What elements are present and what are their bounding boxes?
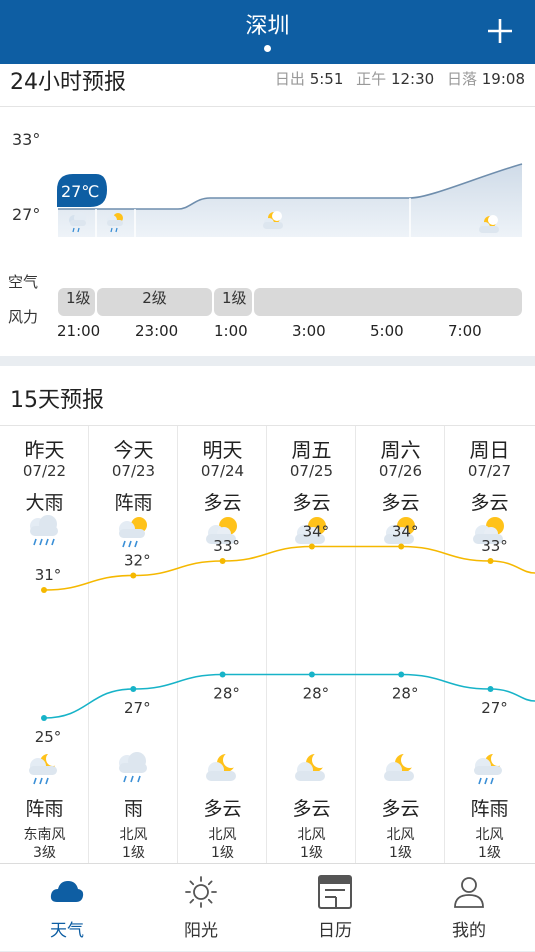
wind-segment-empty <box>254 288 522 316</box>
air-label: 空气 <box>8 273 39 291</box>
high-temp-label: 31° <box>35 566 62 584</box>
high-temp-point <box>41 587 47 593</box>
current-temp-label: 27℃ <box>61 182 100 201</box>
app-header: 深圳 <box>0 0 535 64</box>
low-temp-line <box>43 673 535 719</box>
hour-label: 5:00 <box>370 322 404 340</box>
add-city-button[interactable] <box>485 16 515 46</box>
low-temp-label: 27° <box>481 699 508 717</box>
high-temp-label: 33° <box>481 537 508 555</box>
daily-temp-chart: 31° 25° 32° 27° 33° 28° 34° 28° 34° 28° 33° 27° <box>35 523 535 746</box>
wind-segment: 1级 <box>214 288 252 316</box>
nav-calendar[interactable]: 日历 <box>268 864 402 952</box>
daily-forecast-card: 15天预报 昨天 07/22 大雨 阵雨 东南风 3级 今天 07/23 阵雨雨北风 1级 明天 07… <box>0 366 535 863</box>
low-temp-point <box>308 671 315 678</box>
hour-label: 3:00 <box>292 322 326 340</box>
cloud-icon <box>50 881 84 902</box>
wind-segment: 1级 <box>58 288 95 316</box>
hour-label: 23:00 <box>135 322 179 340</box>
hour-label: 7:00 <box>448 322 482 340</box>
nav-weather-label: 天气 <box>50 921 84 941</box>
nav-mine-label: 我的 <box>452 921 486 941</box>
nav-calendar-label: 日历 <box>318 921 352 941</box>
wind-segment: 2级 <box>97 288 212 316</box>
high-temp-label: 34° <box>392 523 419 541</box>
high-temp-point <box>398 543 405 550</box>
nav-sunshine[interactable]: 阳光 <box>134 864 268 952</box>
calendar-icon <box>318 875 352 909</box>
low-temp-label: 28° <box>303 685 330 703</box>
high-temp-point <box>130 572 137 579</box>
high-temp-point <box>308 543 315 550</box>
wind-label: 风力 <box>8 308 39 326</box>
high-temp-label: 33° <box>213 537 240 555</box>
low-temp-label: 25° <box>35 728 62 746</box>
low-temp-point <box>219 671 226 678</box>
nav-sunshine-label: 阳光 <box>184 921 218 941</box>
low-temp-point <box>130 686 137 692</box>
hour-label: 21:00 <box>57 322 101 340</box>
low-temp-point <box>487 686 494 692</box>
hour-label: 1:00 <box>214 322 248 340</box>
high-temp-point <box>219 558 226 564</box>
nav-weather[interactable]: 天气 <box>0 864 134 952</box>
low-temp-point <box>398 671 405 678</box>
sun-icon <box>185 876 217 908</box>
city-title[interactable]: 深圳 <box>0 8 535 40</box>
nav-mine[interactable]: 我的 <box>402 864 535 952</box>
page-indicator-dot <box>264 45 271 52</box>
hourly-forecast-card: 24小时预报 日出 5:51 正午 12:30 日落 19:08 33° 27° <box>0 64 535 356</box>
low-temp-label: 27° <box>124 699 151 717</box>
low-temp-label: 28° <box>213 685 240 703</box>
high-temp-line <box>43 545 535 591</box>
user-icon <box>454 877 484 908</box>
low-temp-point <box>41 715 47 721</box>
temp-area <box>58 164 522 237</box>
low-temp-label: 28° <box>392 685 419 703</box>
high-temp-label: 34° <box>303 523 330 541</box>
high-temp-label: 32° <box>124 552 151 570</box>
high-temp-point <box>487 558 494 564</box>
bottom-nav: 天气 阳光 日历 我的 <box>0 863 535 951</box>
